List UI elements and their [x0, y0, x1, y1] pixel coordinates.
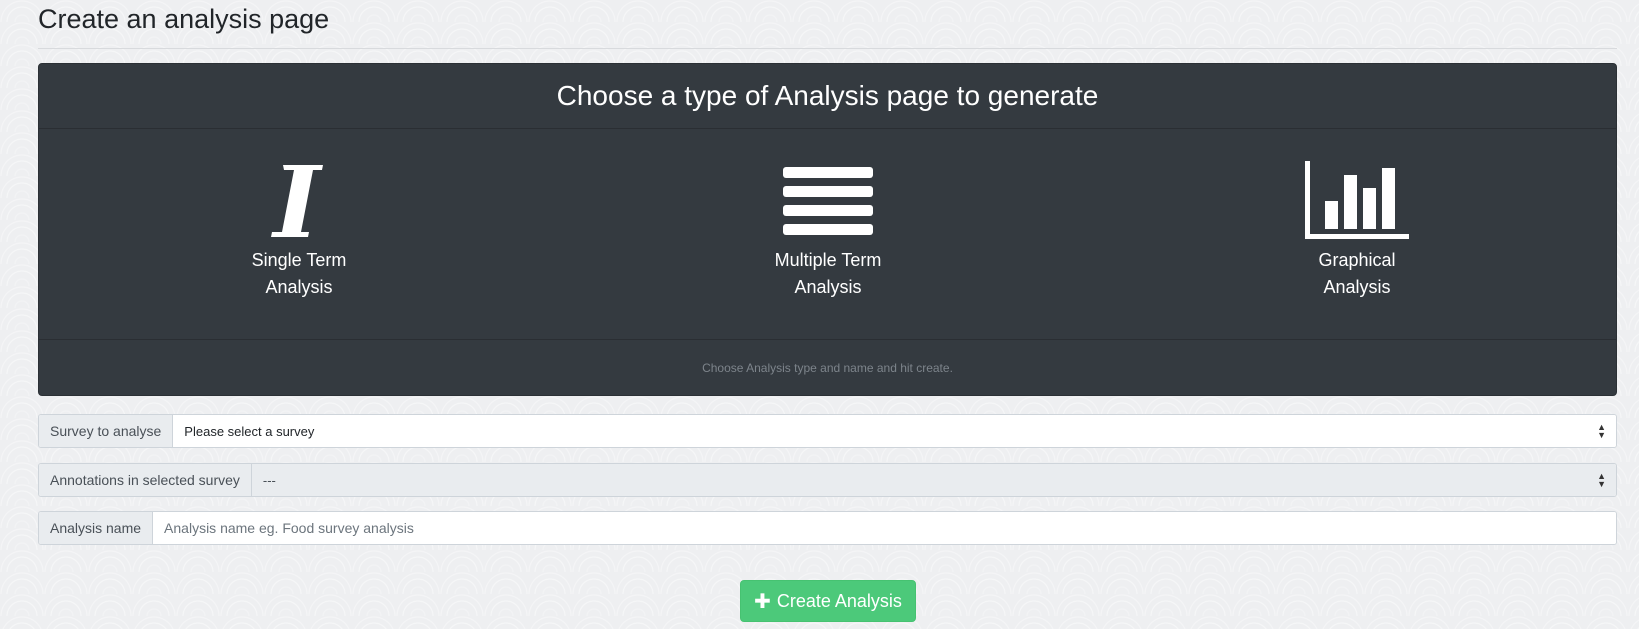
plus-icon: ✚ [754, 590, 771, 613]
survey-label: Survey to analyse [39, 415, 174, 447]
analysis-name-input[interactable] [153, 512, 1616, 544]
bar-chart-icon [1305, 161, 1409, 241]
annotations-label: Annotations in selected survey [39, 464, 252, 496]
analysis-name-input-group: Analysis name [38, 511, 1617, 545]
survey-select[interactable]: Please select a survey ▲ ▼ [173, 415, 1616, 447]
survey-selected-value: Please select a survey [184, 423, 315, 439]
create-analysis-button[interactable]: ✚ Create Analysis [740, 580, 916, 622]
single-term-option[interactable]: Single Term Analysis [219, 161, 379, 301]
multiple-term-label: Multiple Term Analysis [774, 250, 882, 297]
title-divider [38, 48, 1617, 49]
italic-i-icon [269, 161, 329, 241]
list-bars-icon [783, 161, 873, 241]
card-heading: Choose a type of Analysis page to genera… [39, 64, 1616, 129]
graphical-label: Graphical Analysis [1318, 250, 1396, 297]
select-arrows-icon: ▲ ▼ [1597, 471, 1606, 489]
analysis-type-options: Single Term Analysis Multiple Term Analy… [39, 129, 1616, 340]
annotations-input-group: Annotations in selected survey --- ▲ ▼ [38, 463, 1617, 497]
create-analysis-page: Create an analysis page Choose a type of… [0, 0, 1639, 629]
single-term-label: Single Term Analysis [251, 250, 347, 297]
select-arrows-icon: ▲ ▼ [1597, 422, 1606, 440]
annotations-selected-value: --- [262, 472, 276, 488]
annotations-select[interactable]: --- ▲ ▼ [251, 464, 1616, 496]
analysis-name-label: Analysis name [39, 512, 154, 544]
card-footer-hint: Choose Analysis type and name and hit cr… [702, 360, 953, 375]
create-analysis-label: Create Analysis [776, 590, 902, 611]
page-title: Create an analysis page [38, 4, 330, 34]
multiple-term-option[interactable]: Multiple Term Analysis [748, 161, 908, 301]
analysis-type-card: Choose a type of Analysis page to genera… [38, 63, 1617, 396]
survey-input-group: Survey to analyse Please select a survey… [38, 414, 1617, 448]
graphical-option[interactable]: Graphical Analysis [1277, 161, 1437, 301]
